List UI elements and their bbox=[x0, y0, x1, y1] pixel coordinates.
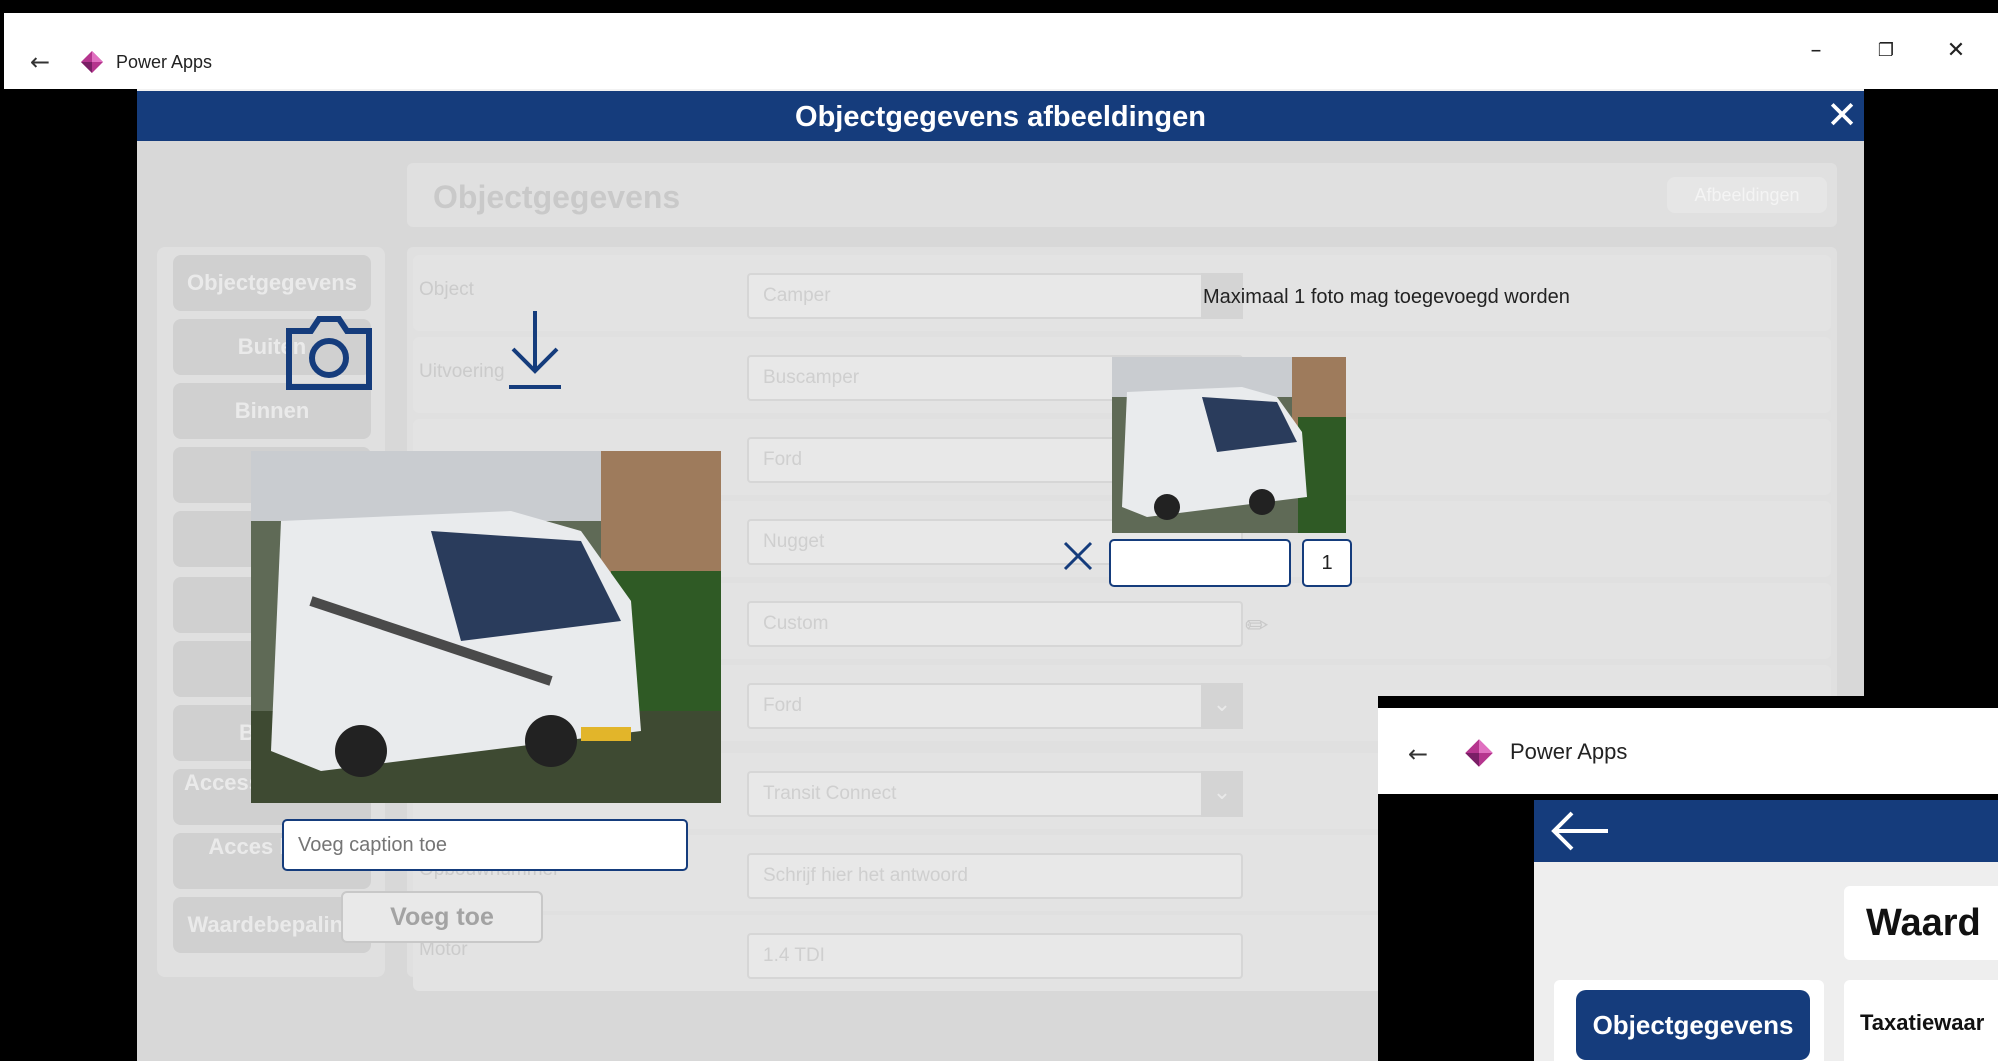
bg-images-button: Afbeeldingen bbox=[1667, 177, 1827, 213]
bg-page-title: Objectgegevens bbox=[433, 179, 681, 215]
bg-field-value: Custom bbox=[747, 601, 1243, 647]
restore-icon[interactable]: ❐ bbox=[1866, 35, 1906, 67]
window-app-title: Power Apps bbox=[116, 52, 213, 72]
second-app-header bbox=[1534, 800, 1998, 862]
bg-field-label: Object bbox=[419, 279, 474, 300]
chevron-down-icon: ⌄ bbox=[1201, 771, 1243, 817]
bg-field-label: Uitvoering bbox=[419, 361, 505, 382]
close-icon[interactable] bbox=[1059, 537, 1097, 575]
bg-field-value: Schrijf hier het antwoord bbox=[747, 853, 1243, 899]
camera-icon[interactable] bbox=[285, 315, 373, 391]
bg-field-value: Ford bbox=[747, 683, 1243, 729]
dialog-header: Objectgegevens afbeeldingen ✕ bbox=[137, 89, 1864, 141]
camper-photo-preview bbox=[251, 451, 721, 803]
back-arrow-icon[interactable]: ← bbox=[30, 47, 60, 77]
window-close-icon[interactable]: ✕ bbox=[1936, 35, 1976, 67]
second-app-canvas: Waard Objectgegevens Taxatiewaar bbox=[1534, 800, 1998, 1061]
nav-button-objectgegevens[interactable]: Objectgegevens bbox=[1576, 990, 1810, 1060]
download-icon[interactable] bbox=[507, 309, 563, 391]
max-photo-message: Maximaal 1 foto mag toegevoegd worden bbox=[1203, 286, 1570, 308]
gallery-order-field[interactable]: 1 bbox=[1302, 539, 1352, 587]
window-titlebar: ← Power Apps – ❐ ✕ bbox=[4, 13, 1998, 89]
bg-field-value: Transit Connect bbox=[747, 771, 1243, 817]
caption-input[interactable] bbox=[282, 819, 688, 871]
window-titlebar: ← Power Apps bbox=[1378, 708, 1998, 794]
minimize-icon[interactable]: – bbox=[1796, 35, 1836, 67]
second-field-label: Taxatiewaar bbox=[1860, 1010, 1985, 1035]
close-icon[interactable]: ✕ bbox=[1822, 95, 1862, 135]
bg-field-value: 1.4 TDI bbox=[747, 933, 1243, 979]
pencil-icon: ✏ bbox=[1245, 609, 1269, 642]
bg-nav-item: Binnen bbox=[173, 383, 371, 439]
chevron-down-icon: ⌄ bbox=[1201, 683, 1243, 729]
back-arrow-icon[interactable]: ← bbox=[1408, 740, 1428, 768]
back-arrow-icon[interactable] bbox=[1548, 808, 1612, 854]
add-button[interactable]: Voeg toe bbox=[341, 891, 543, 943]
power-apps-logo-icon bbox=[81, 51, 103, 73]
second-window: ← Power Apps Waard Objectgegevens Taxati… bbox=[1378, 696, 1998, 1061]
window-app-title: Power Apps bbox=[1510, 739, 1628, 764]
bg-field-value: Camper bbox=[747, 273, 1243, 319]
gallery-caption-input[interactable] bbox=[1109, 539, 1291, 587]
dialog-title: Objectgegevens afbeeldingen bbox=[795, 101, 1206, 133]
power-apps-logo-icon bbox=[1465, 739, 1493, 767]
second-page-title: Waard bbox=[1844, 886, 1998, 960]
gallery-photo-thumbnail[interactable] bbox=[1112, 357, 1346, 533]
bg-nav-item: Objectgegevens bbox=[173, 255, 371, 311]
